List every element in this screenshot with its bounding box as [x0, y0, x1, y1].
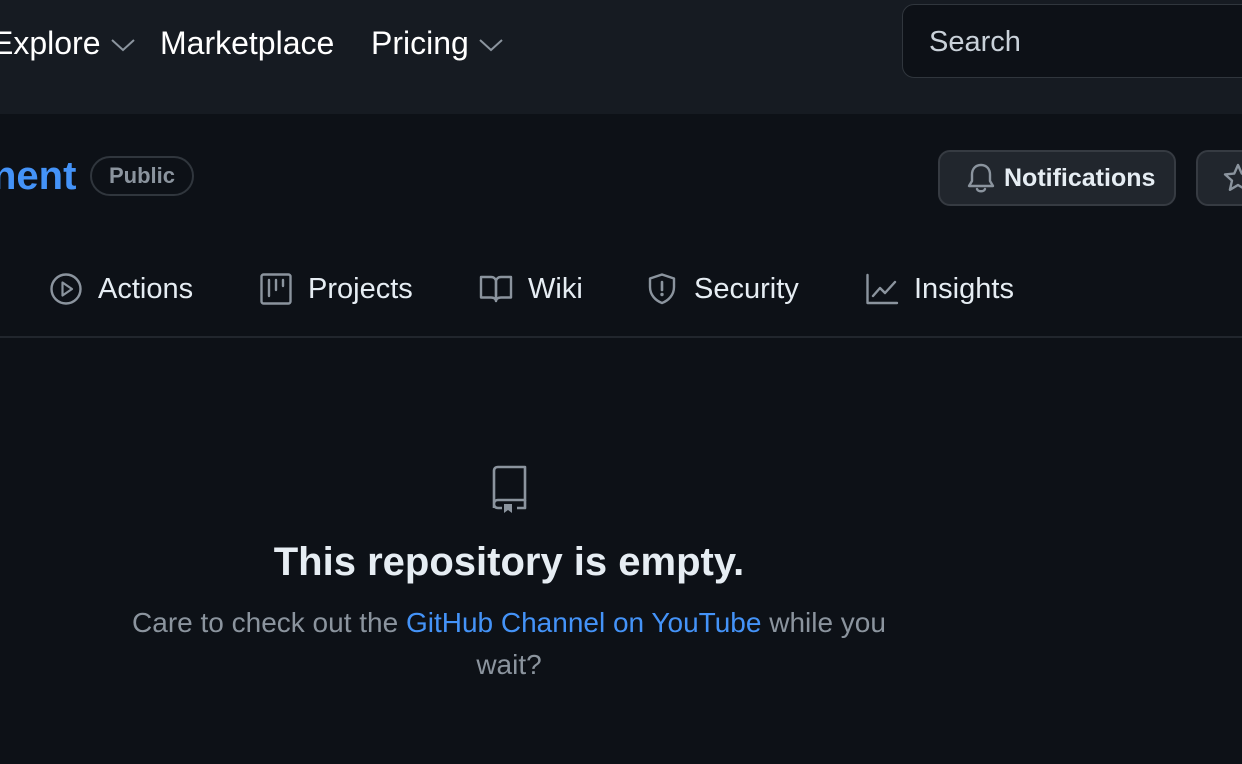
shield-icon: [648, 273, 676, 305]
tab-security-label: Security: [694, 272, 799, 305]
search-box[interactable]: [902, 4, 1242, 79]
tab-insights[interactable]: Insights: [865, 266, 1014, 312]
tab-insights-label: Insights: [914, 272, 1014, 305]
chevron-down-icon: [479, 39, 503, 52]
repo-name-link[interactable]: nent: [0, 152, 76, 200]
empty-state-title: This repository is empty.: [273, 540, 745, 584]
nav-marketplace[interactable]: Marketplace: [160, 22, 334, 64]
search-input[interactable]: [927, 5, 1231, 79]
youtube-channel-link[interactable]: GitHub Channel on YouTube: [406, 607, 761, 638]
chevron-down-icon: [110, 39, 135, 52]
global-header: Explore Marketplace Pricing: [0, 0, 1242, 114]
graph-icon: [866, 273, 899, 305]
star-icon: [1223, 163, 1242, 191]
visibility-badge: Public: [90, 156, 194, 196]
nav-marketplace-label: Marketplace: [160, 24, 335, 61]
tab-projects-label: Projects: [308, 272, 413, 305]
tab-projects[interactable]: Projects: [259, 266, 413, 312]
star-button[interactable]: [1196, 150, 1242, 206]
book-icon: [479, 275, 513, 303]
nav-pricing[interactable]: Pricing: [371, 22, 504, 64]
notifications-button[interactable]: Notifications: [938, 150, 1176, 206]
repo-icon: [492, 465, 527, 513]
project-icon: [260, 273, 292, 305]
play-icon: [50, 273, 82, 305]
empty-state-text: Care to check out the GitHub Channel on …: [110, 602, 908, 686]
nav-explore-label: Explore: [0, 24, 101, 61]
tab-security[interactable]: Security: [645, 266, 799, 312]
tab-actions-label: Actions: [98, 272, 194, 305]
nav-pricing-label: Pricing: [371, 24, 469, 61]
tab-wiki-label: Wiki: [528, 272, 583, 305]
bell-icon: [967, 163, 995, 193]
tab-wiki[interactable]: Wiki: [479, 266, 583, 312]
tabs-divider: [0, 336, 1242, 338]
tab-actions[interactable]: Actions: [49, 266, 193, 312]
notifications-label: Notifications: [1004, 163, 1156, 192]
nav-explore[interactable]: Explore: [0, 22, 136, 64]
empty-state-text-before: Care to check out the: [132, 607, 406, 638]
